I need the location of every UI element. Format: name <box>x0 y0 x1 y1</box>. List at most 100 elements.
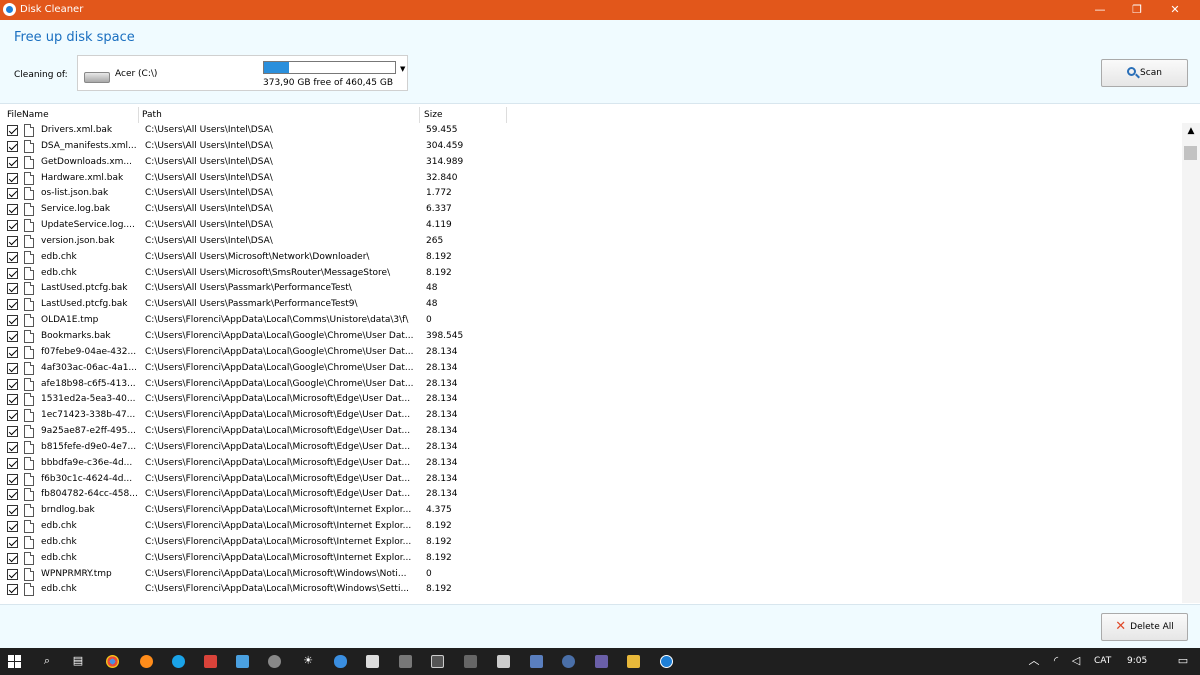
app-icon[interactable] <box>530 655 543 668</box>
table-row[interactable]: edb.chk C:\Users\Florenci\AppData\Local\M… <box>0 519 1180 535</box>
scan-button[interactable]: Scan <box>1101 59 1188 87</box>
row-checkbox[interactable] <box>7 521 18 533</box>
table-row[interactable]: edb.chk C:\Users\Florenci\AppData\Local\M… <box>0 535 1180 551</box>
row-checkbox[interactable] <box>7 473 18 485</box>
volume-icon[interactable]: ◁ <box>1069 654 1083 668</box>
windows-start-icon[interactable] <box>8 655 22 669</box>
onedrive-icon[interactable] <box>334 655 347 668</box>
table-row[interactable]: b815fefe-d9e0-4e7... C:\Users\Florenci\Ap… <box>0 440 1180 456</box>
table-row[interactable]: fb804782-64cc-458... C:\Users\Florenci\Ap… <box>0 487 1180 503</box>
row-checkbox[interactable] <box>7 410 18 422</box>
column-divider[interactable] <box>419 107 420 123</box>
drive-selector[interactable]: Acer (C:\) 373,90 GB free of 460,45 GB ▼ <box>77 55 408 91</box>
camera-icon[interactable] <box>366 655 379 668</box>
chevron-up-icon[interactable]: ︿ <box>1027 654 1041 668</box>
edge-icon[interactable] <box>172 655 185 668</box>
store-icon[interactable] <box>431 655 444 668</box>
column-header-size[interactable]: Size <box>424 110 442 120</box>
row-checkbox[interactable] <box>7 330 18 342</box>
app-icon[interactable] <box>464 655 477 668</box>
chrome-icon[interactable] <box>106 655 119 668</box>
close-button[interactable]: ✕ <box>1152 0 1198 20</box>
column-header-filename[interactable]: FileName <box>7 110 49 120</box>
table-row[interactable]: f07febe9-04ae-432... C:\Users\Florenci\Ap… <box>0 345 1180 361</box>
table-row[interactable]: brndlog.bak C:\Users\Florenci\AppData\Loc… <box>0 503 1180 519</box>
table-row[interactable]: LastUsed.ptcfg.bak C:\Users\All Users\Pas… <box>0 297 1180 313</box>
table-row[interactable]: OLDA1E.tmp C:\Users\Florenci\AppData\Loca… <box>0 313 1180 329</box>
table-row[interactable]: LastUsed.ptcfg.bak C:\Users\All Users\Pas… <box>0 281 1180 297</box>
table-row[interactable]: Hardware.xml.bak C:\Users\All Users\Intel… <box>0 171 1180 187</box>
clock[interactable]: 9:05 <box>1127 656 1147 666</box>
firefox-icon[interactable] <box>140 655 153 668</box>
row-checkbox[interactable] <box>7 568 18 580</box>
row-checkbox[interactable] <box>7 536 18 548</box>
row-checkbox[interactable] <box>7 188 18 200</box>
column-divider[interactable] <box>506 107 507 123</box>
table-row[interactable]: Bookmarks.bak C:\Users\Florenci\AppData\L… <box>0 329 1180 345</box>
chevron-down-icon[interactable]: ▼ <box>400 65 405 73</box>
row-checkbox[interactable] <box>7 394 18 406</box>
notification-icon[interactable]: ▭ <box>1176 654 1190 668</box>
table-row[interactable]: GetDownloads.xm... C:\Users\All Users\Int… <box>0 155 1180 171</box>
row-checkbox[interactable] <box>7 220 18 232</box>
table-row[interactable]: WPNPRMRY.tmp C:\Users\Florenci\AppData\Lo… <box>0 567 1180 583</box>
table-row[interactable]: Service.log.bak C:\Users\All Users\Intel\… <box>0 202 1180 218</box>
row-checkbox[interactable] <box>7 267 18 279</box>
calculator-icon[interactable] <box>399 655 412 668</box>
table-row[interactable]: version.json.bak C:\Users\All Users\Intel… <box>0 234 1180 250</box>
column-divider[interactable] <box>138 107 139 123</box>
row-checkbox[interactable] <box>7 125 18 136</box>
table-row[interactable]: UpdateService.log.... C:\Users\All Users\… <box>0 218 1180 234</box>
table-row[interactable]: 9a25ae87-e2ff-495... C:\Users\Florenci\Ap… <box>0 424 1180 440</box>
row-checkbox[interactable] <box>7 346 18 358</box>
row-checkbox[interactable] <box>7 315 18 327</box>
row-checkbox[interactable] <box>7 362 18 374</box>
table-row[interactable]: edb.chk C:\Users\Florenci\AppData\Local\M… <box>0 551 1180 567</box>
table-row[interactable]: f6b30c1c-4624-4d... C:\Users\Florenci\App… <box>0 472 1180 488</box>
row-checkbox[interactable] <box>7 441 18 453</box>
app-icon[interactable] <box>595 655 608 668</box>
table-row[interactable]: 1ec71423-338b-47... C:\Users\Florenci\App… <box>0 408 1180 424</box>
row-checkbox[interactable] <box>7 378 18 390</box>
table-row[interactable]: edb.chk C:\Users\Florenci\AppData\Local\M… <box>0 582 1180 598</box>
row-checkbox[interactable] <box>7 204 18 216</box>
row-checkbox[interactable] <box>7 489 18 501</box>
table-row[interactable]: 4af303ac-06ac-4a1... C:\Users\Florenci\Ap… <box>0 361 1180 377</box>
language-indicator[interactable]: CAT <box>1094 656 1111 666</box>
search-icon[interactable]: ⌕ <box>40 654 54 668</box>
row-checkbox[interactable] <box>7 140 18 152</box>
app-icon[interactable] <box>268 655 281 668</box>
table-row[interactable]: edb.chk C:\Users\All Users\Microsoft\Netw… <box>0 250 1180 266</box>
row-checkbox[interactable] <box>7 426 18 438</box>
row-checkbox[interactable] <box>7 283 18 295</box>
table-row[interactable]: os-list.json.bak C:\Users\All Users\Intel… <box>0 186 1180 202</box>
scroll-up-arrow-icon[interactable]: ▲ <box>1182 123 1200 139</box>
row-checkbox[interactable] <box>7 457 18 469</box>
table-row[interactable]: bbbdfa9e-c36e-4d... C:\Users\Florenci\App… <box>0 456 1180 472</box>
row-checkbox[interactable] <box>7 235 18 247</box>
delete-all-button[interactable]: ✕ Delete All <box>1101 613 1188 641</box>
app-icon[interactable] <box>497 655 510 668</box>
scroll-thumb[interactable] <box>1184 146 1197 160</box>
table-row[interactable]: DSA_manifests.xml... C:\Users\All Users\I… <box>0 139 1180 155</box>
row-checkbox[interactable] <box>7 505 18 517</box>
table-row[interactable]: edb.chk C:\Users\All Users\Microsoft\SmsR… <box>0 266 1180 282</box>
vertical-scrollbar[interactable]: ▲ <box>1182 123 1200 603</box>
table-row[interactable]: afe18b98-c6f5-413... C:\Users\Florenci\Ap… <box>0 377 1180 393</box>
app-icon[interactable] <box>562 655 575 668</box>
disk-cleaner-icon[interactable] <box>660 655 673 668</box>
weather-icon[interactable]: ☀ <box>301 654 315 668</box>
table-row[interactable]: Drivers.xml.bak C:\Users\All Users\Intel\… <box>0 123 1180 139</box>
row-checkbox[interactable] <box>7 156 18 168</box>
column-header-path[interactable]: Path <box>142 110 162 120</box>
task-view-icon[interactable]: ▤ <box>71 654 85 668</box>
network-icon[interactable]: ◜ <box>1049 654 1063 668</box>
table-row[interactable]: 1531ed2a-5ea3-40... C:\Users\Florenci\App… <box>0 392 1180 408</box>
file-explorer-icon[interactable] <box>627 655 640 668</box>
row-checkbox[interactable] <box>7 251 18 263</box>
app-icon[interactable] <box>236 655 249 668</box>
app-icon[interactable] <box>204 655 217 668</box>
row-checkbox[interactable] <box>7 299 18 311</box>
row-checkbox[interactable] <box>7 584 18 596</box>
row-checkbox[interactable] <box>7 552 18 564</box>
